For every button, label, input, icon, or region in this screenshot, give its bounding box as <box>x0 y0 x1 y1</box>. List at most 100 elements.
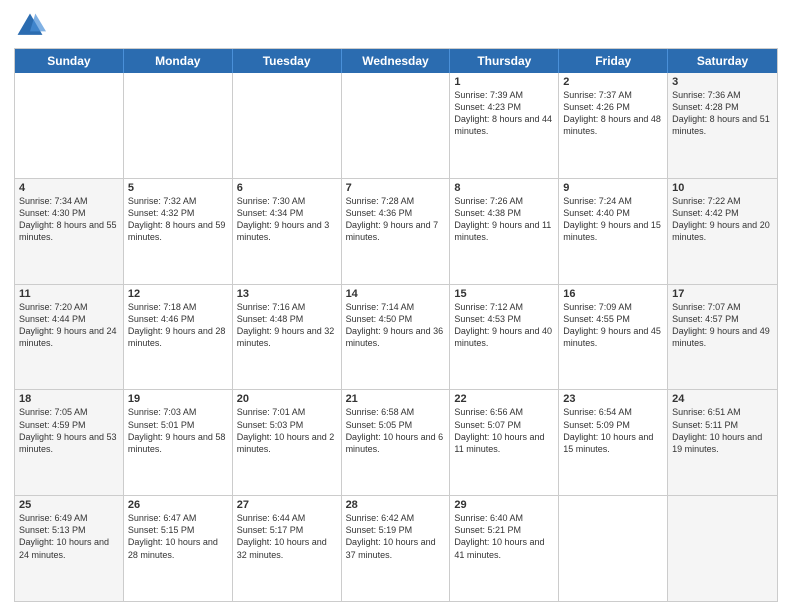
day-number: 9 <box>563 182 663 194</box>
calendar-cell-15: 15Sunrise: 7:12 AM Sunset: 4:53 PM Dayli… <box>450 285 559 390</box>
header <box>14 10 778 42</box>
cell-text: Sunrise: 6:44 AM Sunset: 5:17 PM Dayligh… <box>237 512 337 561</box>
calendar-cell-empty-0-3 <box>342 73 451 178</box>
calendar-row-0: 1Sunrise: 7:39 AM Sunset: 4:23 PM Daylig… <box>15 73 777 179</box>
day-number: 6 <box>237 182 337 194</box>
calendar-cell-29: 29Sunrise: 6:40 AM Sunset: 5:21 PM Dayli… <box>450 496 559 601</box>
day-number: 19 <box>128 393 228 405</box>
cell-text: Sunrise: 7:26 AM Sunset: 4:38 PM Dayligh… <box>454 195 554 244</box>
cell-text: Sunrise: 6:58 AM Sunset: 5:05 PM Dayligh… <box>346 406 446 455</box>
calendar-cell-13: 13Sunrise: 7:16 AM Sunset: 4:48 PM Dayli… <box>233 285 342 390</box>
calendar-cell-7: 7Sunrise: 7:28 AM Sunset: 4:36 PM Daylig… <box>342 179 451 284</box>
cell-text: Sunrise: 7:01 AM Sunset: 5:03 PM Dayligh… <box>237 406 337 455</box>
calendar-cell-12: 12Sunrise: 7:18 AM Sunset: 4:46 PM Dayli… <box>124 285 233 390</box>
calendar-cell-3: 3Sunrise: 7:36 AM Sunset: 4:28 PM Daylig… <box>668 73 777 178</box>
weekday-header-monday: Monday <box>124 49 233 73</box>
weekday-header-sunday: Sunday <box>15 49 124 73</box>
day-number: 7 <box>346 182 446 194</box>
day-number: 4 <box>19 182 119 194</box>
calendar-cell-14: 14Sunrise: 7:14 AM Sunset: 4:50 PM Dayli… <box>342 285 451 390</box>
cell-text: Sunrise: 6:40 AM Sunset: 5:21 PM Dayligh… <box>454 512 554 561</box>
calendar-row-4: 25Sunrise: 6:49 AM Sunset: 5:13 PM Dayli… <box>15 496 777 601</box>
day-number: 22 <box>454 393 554 405</box>
day-number: 1 <box>454 76 554 88</box>
cell-text: Sunrise: 6:51 AM Sunset: 5:11 PM Dayligh… <box>672 406 773 455</box>
cell-text: Sunrise: 7:34 AM Sunset: 4:30 PM Dayligh… <box>19 195 119 244</box>
day-number: 23 <box>563 393 663 405</box>
day-number: 2 <box>563 76 663 88</box>
cell-text: Sunrise: 6:42 AM Sunset: 5:19 PM Dayligh… <box>346 512 446 561</box>
calendar-cell-10: 10Sunrise: 7:22 AM Sunset: 4:42 PM Dayli… <box>668 179 777 284</box>
day-number: 11 <box>19 288 119 300</box>
day-number: 24 <box>672 393 773 405</box>
day-number: 3 <box>672 76 773 88</box>
weekday-header-wednesday: Wednesday <box>342 49 451 73</box>
calendar-cell-28: 28Sunrise: 6:42 AM Sunset: 5:19 PM Dayli… <box>342 496 451 601</box>
calendar-cell-6: 6Sunrise: 7:30 AM Sunset: 4:34 PM Daylig… <box>233 179 342 284</box>
cell-text: Sunrise: 6:54 AM Sunset: 5:09 PM Dayligh… <box>563 406 663 455</box>
calendar-cell-11: 11Sunrise: 7:20 AM Sunset: 4:44 PM Dayli… <box>15 285 124 390</box>
cell-text: Sunrise: 6:56 AM Sunset: 5:07 PM Dayligh… <box>454 406 554 455</box>
cell-text: Sunrise: 7:18 AM Sunset: 4:46 PM Dayligh… <box>128 301 228 350</box>
calendar-cell-23: 23Sunrise: 6:54 AM Sunset: 5:09 PM Dayli… <box>559 390 668 495</box>
calendar-row-3: 18Sunrise: 7:05 AM Sunset: 4:59 PM Dayli… <box>15 390 777 496</box>
calendar-cell-26: 26Sunrise: 6:47 AM Sunset: 5:15 PM Dayli… <box>124 496 233 601</box>
weekday-header-friday: Friday <box>559 49 668 73</box>
page: SundayMondayTuesdayWednesdayThursdayFrid… <box>0 0 792 612</box>
calendar-cell-empty-0-0 <box>15 73 124 178</box>
calendar-cell-empty-4-5 <box>559 496 668 601</box>
calendar-row-2: 11Sunrise: 7:20 AM Sunset: 4:44 PM Dayli… <box>15 285 777 391</box>
day-number: 16 <box>563 288 663 300</box>
day-number: 8 <box>454 182 554 194</box>
day-number: 12 <box>128 288 228 300</box>
cell-text: Sunrise: 7:05 AM Sunset: 4:59 PM Dayligh… <box>19 406 119 455</box>
cell-text: Sunrise: 7:37 AM Sunset: 4:26 PM Dayligh… <box>563 89 663 138</box>
cell-text: Sunrise: 6:47 AM Sunset: 5:15 PM Dayligh… <box>128 512 228 561</box>
weekday-header-thursday: Thursday <box>450 49 559 73</box>
calendar-cell-22: 22Sunrise: 6:56 AM Sunset: 5:07 PM Dayli… <box>450 390 559 495</box>
calendar-cell-2: 2Sunrise: 7:37 AM Sunset: 4:26 PM Daylig… <box>559 73 668 178</box>
day-number: 28 <box>346 499 446 511</box>
day-number: 18 <box>19 393 119 405</box>
cell-text: Sunrise: 7:30 AM Sunset: 4:34 PM Dayligh… <box>237 195 337 244</box>
calendar-cell-5: 5Sunrise: 7:32 AM Sunset: 4:32 PM Daylig… <box>124 179 233 284</box>
calendar-cell-1: 1Sunrise: 7:39 AM Sunset: 4:23 PM Daylig… <box>450 73 559 178</box>
calendar-cell-27: 27Sunrise: 6:44 AM Sunset: 5:17 PM Dayli… <box>233 496 342 601</box>
cell-text: Sunrise: 7:20 AM Sunset: 4:44 PM Dayligh… <box>19 301 119 350</box>
cell-text: Sunrise: 7:24 AM Sunset: 4:40 PM Dayligh… <box>563 195 663 244</box>
calendar-cell-20: 20Sunrise: 7:01 AM Sunset: 5:03 PM Dayli… <box>233 390 342 495</box>
cell-text: Sunrise: 7:32 AM Sunset: 4:32 PM Dayligh… <box>128 195 228 244</box>
calendar-cell-21: 21Sunrise: 6:58 AM Sunset: 5:05 PM Dayli… <box>342 390 451 495</box>
cell-text: Sunrise: 7:14 AM Sunset: 4:50 PM Dayligh… <box>346 301 446 350</box>
weekday-header-saturday: Saturday <box>668 49 777 73</box>
cell-text: Sunrise: 7:12 AM Sunset: 4:53 PM Dayligh… <box>454 301 554 350</box>
cell-text: Sunrise: 7:22 AM Sunset: 4:42 PM Dayligh… <box>672 195 773 244</box>
day-number: 26 <box>128 499 228 511</box>
weekday-header-tuesday: Tuesday <box>233 49 342 73</box>
calendar-cell-empty-0-1 <box>124 73 233 178</box>
day-number: 21 <box>346 393 446 405</box>
day-number: 29 <box>454 499 554 511</box>
calendar-cell-19: 19Sunrise: 7:03 AM Sunset: 5:01 PM Dayli… <box>124 390 233 495</box>
calendar-cell-18: 18Sunrise: 7:05 AM Sunset: 4:59 PM Dayli… <box>15 390 124 495</box>
day-number: 20 <box>237 393 337 405</box>
day-number: 17 <box>672 288 773 300</box>
day-number: 14 <box>346 288 446 300</box>
calendar-cell-4: 4Sunrise: 7:34 AM Sunset: 4:30 PM Daylig… <box>15 179 124 284</box>
calendar: SundayMondayTuesdayWednesdayThursdayFrid… <box>14 48 778 602</box>
calendar-cell-16: 16Sunrise: 7:09 AM Sunset: 4:55 PM Dayli… <box>559 285 668 390</box>
calendar-body: 1Sunrise: 7:39 AM Sunset: 4:23 PM Daylig… <box>15 73 777 601</box>
calendar-header: SundayMondayTuesdayWednesdayThursdayFrid… <box>15 49 777 73</box>
day-number: 15 <box>454 288 554 300</box>
cell-text: Sunrise: 7:03 AM Sunset: 5:01 PM Dayligh… <box>128 406 228 455</box>
day-number: 10 <box>672 182 773 194</box>
cell-text: Sunrise: 7:07 AM Sunset: 4:57 PM Dayligh… <box>672 301 773 350</box>
cell-text: Sunrise: 7:09 AM Sunset: 4:55 PM Dayligh… <box>563 301 663 350</box>
calendar-cell-empty-4-6 <box>668 496 777 601</box>
calendar-row-1: 4Sunrise: 7:34 AM Sunset: 4:30 PM Daylig… <box>15 179 777 285</box>
calendar-cell-8: 8Sunrise: 7:26 AM Sunset: 4:38 PM Daylig… <box>450 179 559 284</box>
day-number: 13 <box>237 288 337 300</box>
cell-text: Sunrise: 7:16 AM Sunset: 4:48 PM Dayligh… <box>237 301 337 350</box>
cell-text: Sunrise: 7:28 AM Sunset: 4:36 PM Dayligh… <box>346 195 446 244</box>
calendar-cell-empty-0-2 <box>233 73 342 178</box>
